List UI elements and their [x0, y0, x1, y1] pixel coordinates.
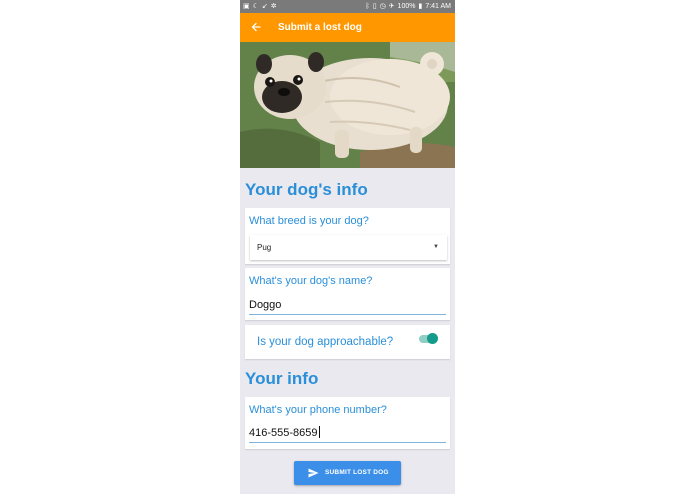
airplane-icon: ✈: [388, 3, 395, 10]
dog-info-heading: Your dog's info: [245, 180, 368, 199]
caret-down-icon: ▼: [433, 244, 439, 250]
dog-name-label: What's your dog's name?: [249, 275, 373, 287]
phone-label: What's your phone number?: [249, 404, 387, 416]
approachable-label: Is your dog approachable?: [257, 336, 394, 348]
phone-input[interactable]: 416-555-8659: [249, 423, 446, 443]
dog-name-card: What's your dog's name? Doggo: [245, 268, 450, 320]
phone-value: 416-555-8659: [249, 427, 318, 439]
phone-card: What's your phone number? 416-555-8659: [245, 397, 450, 449]
dog-name-input[interactable]: Doggo: [249, 295, 446, 315]
status-notification-icons: ▣ ☾ ↙ ✲: [243, 0, 277, 13]
breed-selected-value: Pug: [257, 243, 272, 252]
app-bar: Submit a lost dog: [240, 13, 455, 42]
pug-illustration: [240, 42, 455, 168]
bluetooth-icon: ᛒ: [365, 3, 370, 10]
missed-call-icon: ↙: [261, 3, 268, 10]
send-icon: [308, 468, 319, 478]
battery-icon: ▮: [418, 3, 423, 10]
arrow-left-icon: [251, 22, 261, 32]
settings-icon: ✲: [270, 3, 277, 10]
your-info-heading: Your info: [245, 369, 319, 388]
breed-label: What breed is your dog?: [249, 215, 369, 227]
status-system-icons: ᛒ ▯ ◷ ✈ 100% ▮ 7:41 AM: [366, 0, 452, 13]
gallery-icon: ▣: [243, 3, 250, 10]
approachable-toggle[interactable]: [419, 333, 438, 344]
back-button[interactable]: [248, 18, 264, 36]
breed-select[interactable]: Pug ▼: [250, 235, 447, 260]
approachable-card: Is your dog approachable?: [245, 325, 450, 359]
alarm-icon: ◷: [379, 3, 386, 10]
moon-icon: ☾: [252, 3, 259, 10]
status-bar: ▣ ☾ ↙ ✲ ᛒ ▯ ◷ ✈ 100% ▮ 7:41 AM: [240, 0, 455, 13]
dog-photo: [240, 42, 455, 168]
battery-percent: 100%: [397, 3, 416, 10]
text-cursor: [318, 426, 320, 438]
submit-lost-dog-button[interactable]: SUBMIT LOST DOG: [294, 461, 401, 485]
clock: 7:41 AM: [425, 3, 451, 10]
phone-screen: ▣ ☾ ↙ ✲ ᛒ ▯ ◷ ✈ 100% ▮ 7:41 AM Submit a …: [240, 0, 455, 494]
vibrate-icon: ▯: [372, 3, 377, 10]
submit-label: SUBMIT LOST DOG: [325, 469, 389, 476]
breed-card: What breed is your dog? Pug ▼: [245, 208, 450, 264]
toggle-knob: [427, 333, 438, 344]
page-title: Submit a lost dog: [278, 22, 362, 33]
